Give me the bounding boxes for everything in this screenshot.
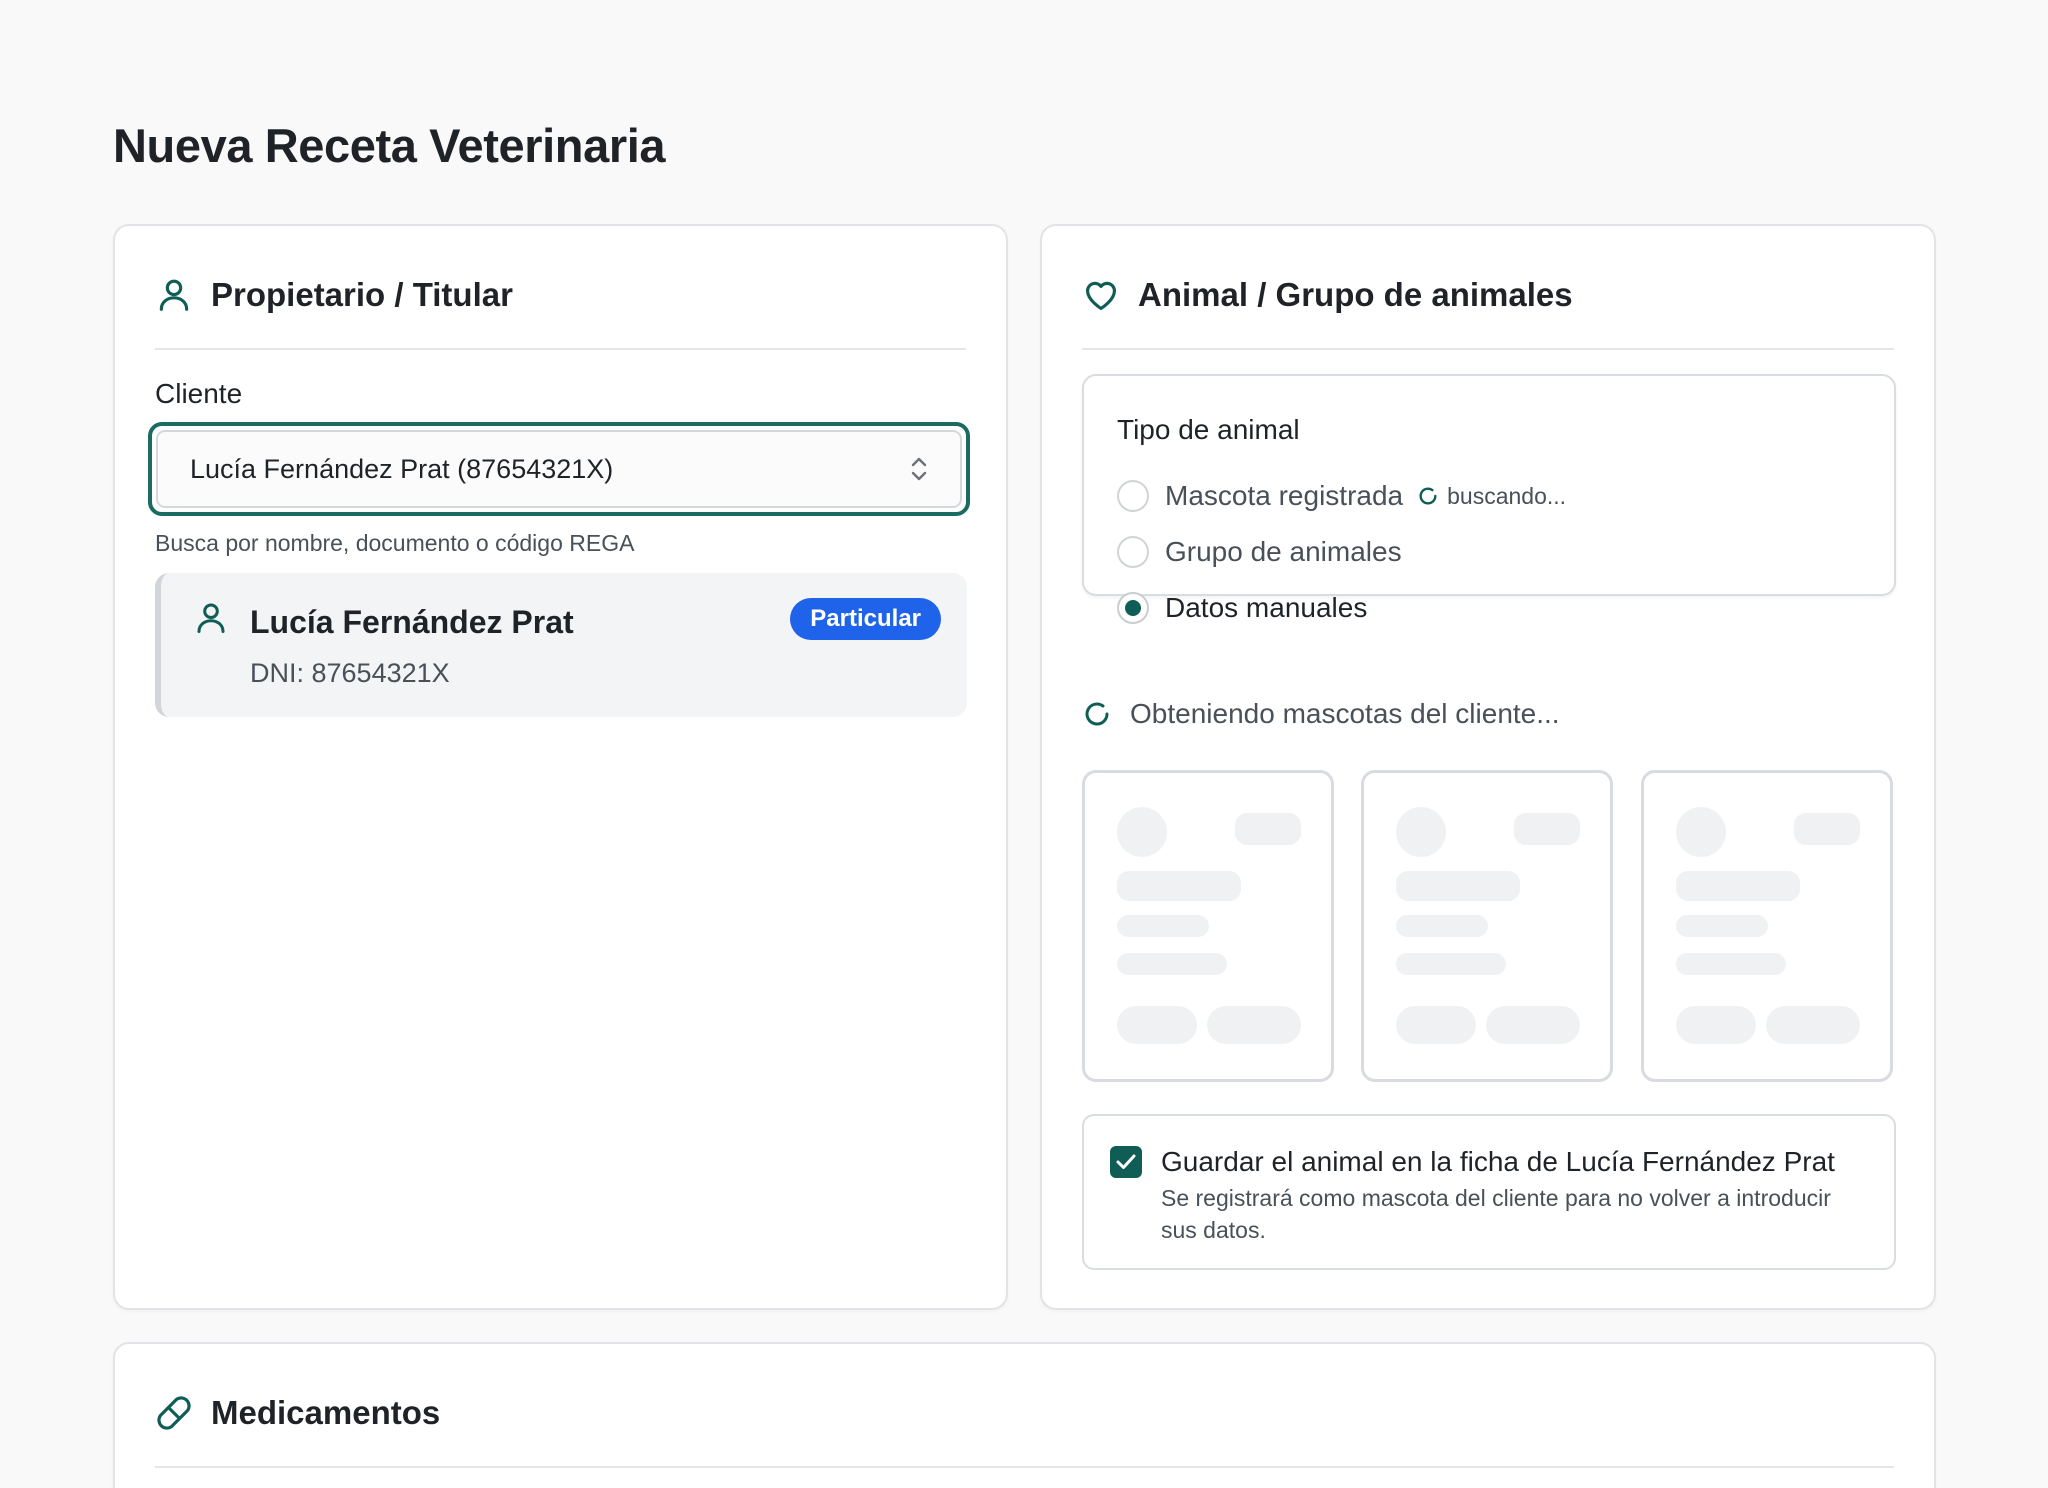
- searching-text: buscando...: [1447, 482, 1567, 509]
- selected-client-card: Lucía Fernández Prat DNI: 87654321X Part…: [155, 573, 967, 717]
- radio-registered-pet[interactable]: [1117, 480, 1149, 512]
- radio-animal-group[interactable]: [1117, 536, 1149, 568]
- pet-card-skeleton: [1641, 770, 1893, 1082]
- animal-card: Animal / Grupo de animales Tipo de anima…: [1040, 224, 1936, 1310]
- owner-card: Propietario / Titular Cliente Lucía Fern…: [113, 224, 1008, 1310]
- radio-label: Datos manuales: [1165, 592, 1368, 623]
- client-type-badge: Particular: [790, 598, 941, 640]
- client-label: Cliente: [155, 378, 243, 409]
- chevron-up-down-icon: [911, 457, 927, 481]
- animal-type-group: Tipo de animal Mascota registrada buscan…: [1082, 374, 1896, 624]
- page-title: Nueva Receta Veterinaria: [113, 119, 666, 172]
- loading-pets-text: Obteniendo mascotas del cliente...: [1130, 698, 1560, 729]
- radio-label: Mascota registrada: [1165, 480, 1404, 511]
- animal-card-header: Animal / Grupo de animales: [1082, 270, 1894, 350]
- radio-option-animal-group[interactable]: Grupo de animales: [1117, 532, 1402, 572]
- searching-indicator: buscando...: [1417, 483, 1566, 510]
- save-animal-option: Guardar el animal en la ficha de Lucía F…: [1082, 1114, 1896, 1270]
- loading-pets-indicator: Obteniendo mascotas del cliente...: [1082, 698, 1560, 730]
- radio-option-registered-pet[interactable]: Mascota registrada buscando...: [1117, 476, 1566, 516]
- client-select[interactable]: Lucía Fernández Prat (87654321X): [156, 430, 962, 508]
- spinner-icon: [1085, 702, 1109, 726]
- medications-card: Medicamentos: [113, 1342, 1936, 1488]
- animal-type-label: Tipo de animal: [1117, 414, 1300, 445]
- medications-card-header: Medicamentos: [155, 1388, 1894, 1468]
- check-icon: [1116, 1154, 1136, 1169]
- selected-client-document: DNI: 87654321X: [250, 658, 450, 688]
- client-search-hint: Busca por nombre, documento o código REG…: [155, 530, 635, 556]
- spinner-icon: [1419, 487, 1437, 505]
- owner-card-header: Propietario / Titular: [155, 270, 966, 350]
- client-select-focus-ring: Lucía Fernández Prat (87654321X): [148, 422, 970, 516]
- save-animal-title: Guardar el animal en la ficha de Lucía F…: [1161, 1146, 1835, 1177]
- save-animal-description: Se registrará como mascota del cliente p…: [1161, 1185, 1831, 1243]
- user-icon: [197, 603, 225, 633]
- radio-label: Grupo de animales: [1165, 536, 1402, 567]
- owner-card-title: Propietario / Titular: [211, 276, 513, 313]
- radio-manual-data[interactable]: [1117, 592, 1149, 624]
- animal-card-title: Animal / Grupo de animales: [1138, 276, 1573, 313]
- heart-icon: [1085, 281, 1117, 311]
- pill-icon: [157, 1396, 191, 1430]
- client-select-value: Lucía Fernández Prat (87654321X): [190, 453, 614, 484]
- save-animal-checkbox[interactable]: [1110, 1146, 1142, 1178]
- medications-card-title: Medicamentos: [211, 1394, 441, 1431]
- pet-card-skeleton: [1361, 770, 1613, 1082]
- radio-option-manual-data[interactable]: Datos manuales: [1117, 588, 1367, 628]
- user-icon: [159, 279, 189, 311]
- selected-client-name: Lucía Fernández Prat: [250, 604, 574, 640]
- pet-card-skeleton: [1082, 770, 1334, 1082]
